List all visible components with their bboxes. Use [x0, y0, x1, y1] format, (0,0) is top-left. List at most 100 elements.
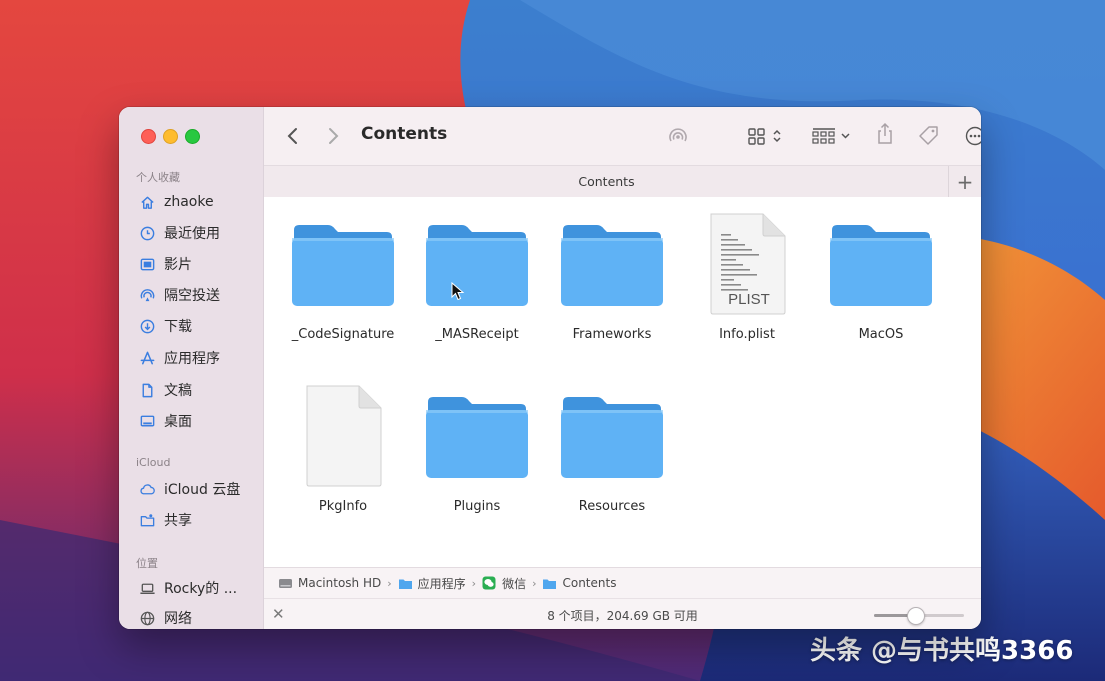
folder-icon [543, 579, 557, 589]
sidebar-item-home[interactable]: zhaoke [136, 191, 214, 213]
main-pane: Contents Contents + _CodeSignature _MASR… [264, 107, 981, 629]
file-item[interactable]: Plugins [410, 381, 544, 531]
path-item-wechat[interactable]: 微信 [482, 575, 526, 592]
icon-size-slider[interactable] [874, 607, 964, 625]
sidebar-item-label: 最近使用 [164, 226, 220, 242]
sidebar-item-downloads[interactable]: 下载 [136, 315, 192, 337]
file-item-name: _CodeSignature [291, 327, 395, 342]
sidebar-item-label: 网络 [164, 611, 192, 627]
chevron-right-icon [329, 128, 339, 144]
more-actions-button[interactable] [964, 125, 981, 147]
close-window-button[interactable] [141, 129, 156, 144]
sidebar-item-airdrop[interactable]: 隔空投送 [136, 284, 220, 306]
group-by-button[interactable] [811, 125, 855, 147]
sidebar-item-label: 影片 [164, 257, 192, 273]
tag-icon [919, 126, 938, 145]
applications-icon [136, 349, 158, 367]
path-separator: › [471, 576, 477, 590]
hard-drive-icon [279, 578, 292, 588]
file-item-icon [410, 209, 544, 319]
sidebar-item-label: Rocky的 ... [164, 581, 238, 597]
folder-icon [292, 225, 394, 306]
path-item-applications[interactable]: 应用程序 [398, 575, 466, 592]
sidebar-item-documents[interactable]: 文稿 [136, 379, 192, 401]
airdrop-button[interactable] [666, 125, 690, 147]
home-icon [136, 193, 158, 211]
sidebar-item-label: 隔空投送 [164, 288, 220, 304]
plist-badge-text: PLIST [728, 291, 770, 308]
sidebar-section-locations: 位置 [136, 557, 158, 570]
grid-view-icon [748, 128, 781, 145]
folder-icon [398, 579, 412, 589]
file-item-name: Plugins [453, 499, 501, 514]
mouse-cursor-icon [451, 282, 465, 301]
file-grid: _CodeSignature _MASReceipt Frameworks PLIST… [264, 197, 981, 566]
file-item[interactable]: Frameworks [545, 209, 679, 359]
tab-contents[interactable]: Contents [264, 174, 949, 189]
share-button[interactable] [875, 122, 895, 145]
path-item-label: Contents [562, 576, 617, 590]
finder-window: 个人收藏 zhaoke 最近使用 影片 隔空投送 下载 应用程序 文稿 桌面 i… [119, 107, 981, 629]
watermark-text: 头条 @与书共鸣3366 [810, 636, 1074, 666]
toolbar: Contents [264, 107, 981, 165]
new-tab-button[interactable]: + [948, 166, 981, 197]
group-icon [812, 128, 850, 144]
wechat-icon [482, 576, 496, 590]
network-icon [136, 609, 158, 627]
file-item[interactable]: _CodeSignature [276, 209, 410, 359]
desktop-icon [136, 412, 158, 430]
file-item-icon [410, 381, 544, 491]
file-item[interactable]: _MASReceipt [410, 209, 544, 359]
sidebar-item-applications[interactable]: 应用程序 [136, 347, 220, 369]
sidebar-item-label: iCloud 云盘 [164, 482, 241, 498]
file-item-name: Frameworks [572, 327, 652, 342]
sidebar-item-label: 桌面 [164, 414, 192, 430]
file-item[interactable]: PkgInfo [276, 381, 410, 531]
sidebar-item-computer[interactable]: Rocky的 ... [136, 577, 237, 599]
view-mode-button[interactable] [747, 125, 787, 147]
window-title: Contents [361, 124, 448, 144]
file-item-icon: PLIST [680, 209, 814, 319]
sidebar-item-shared[interactable]: 共享 [136, 509, 192, 531]
file-item-name: PkgInfo [318, 499, 368, 514]
forward-button[interactable] [326, 125, 340, 147]
file-item-name: _MASReceipt [435, 327, 519, 342]
share-icon [878, 122, 892, 144]
sidebar-item-movies[interactable]: 影片 [136, 253, 192, 275]
path-item-contents[interactable]: Contents [542, 576, 616, 590]
file-item[interactable]: MacOS [814, 209, 948, 359]
file-item-name: MacOS [858, 327, 904, 342]
sidebar-item-label: zhaoke [164, 194, 214, 210]
plist-file-icon: PLIST [710, 213, 786, 315]
back-button[interactable] [286, 125, 300, 147]
folder-icon [561, 225, 663, 306]
maximize-window-button[interactable] [185, 129, 200, 144]
sidebar-item-recents[interactable]: 最近使用 [136, 222, 220, 244]
sidebar-item-label: 文稿 [164, 383, 192, 399]
file-item-icon [276, 209, 410, 319]
file-item-icon [545, 381, 679, 491]
ellipsis-circle-icon [965, 126, 981, 146]
download-icon [136, 317, 158, 335]
path-item-macintosh-hd[interactable]: Macintosh HD [278, 576, 381, 590]
sidebar-item-icloud-drive[interactable]: iCloud 云盘 [136, 478, 240, 500]
sidebar-item-label: 应用程序 [164, 351, 220, 367]
minimize-window-button[interactable] [163, 129, 178, 144]
sidebar-item-desktop[interactable]: 桌面 [136, 410, 192, 432]
document-icon [136, 381, 158, 399]
path-separator: › [387, 576, 392, 590]
sidebar-item-network[interactable]: 网络 [136, 607, 192, 629]
cloud-icon [136, 480, 158, 498]
sidebar-item-label: 下载 [164, 319, 192, 335]
tag-button[interactable] [917, 125, 941, 147]
sidebar-item-label: 共享 [164, 513, 192, 529]
file-item[interactable]: PLIST Info.plist [680, 209, 814, 359]
file-item-icon [814, 209, 948, 319]
status-bar: ✕ 8 个项目，204.69 GB 可用 [264, 598, 981, 629]
sidebar-section-favorites: 个人收藏 [136, 171, 180, 184]
slider-knob[interactable] [906, 607, 925, 625]
folder-icon [830, 225, 932, 306]
film-icon [136, 255, 158, 273]
file-item[interactable]: Resources [545, 381, 679, 531]
folder-icon [426, 225, 528, 306]
